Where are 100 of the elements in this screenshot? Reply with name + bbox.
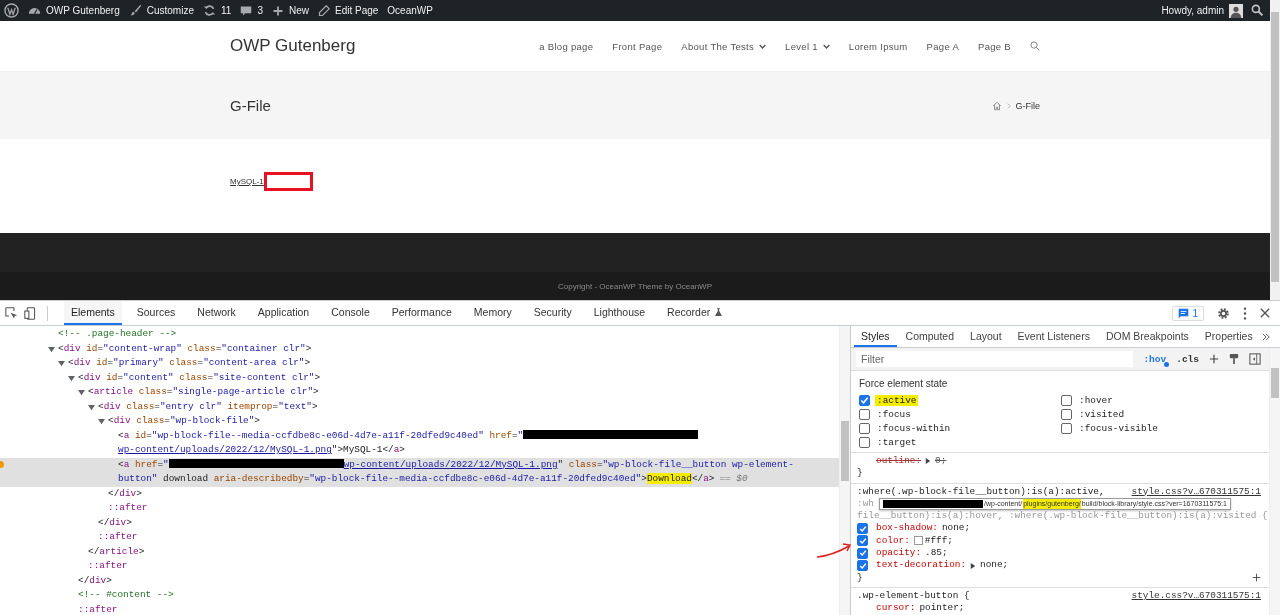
filter-field[interactable]: Filter	[856, 351, 1134, 367]
checkbox[interactable]	[859, 395, 870, 406]
admin-bar-new-link[interactable]: New	[271, 4, 309, 17]
html-code[interactable]: ::after	[78, 602, 118, 615]
expand-triangle-icon[interactable]	[970, 562, 976, 569]
devtools-tab[interactable]: Memory	[466, 301, 519, 325]
file-link[interactable]: MySQL-1	[230, 177, 264, 186]
html-code[interactable]: ::after	[88, 559, 128, 574]
css-property-name[interactable]: text-decoration:	[876, 559, 966, 572]
html-code[interactable]: ::after	[108, 501, 148, 516]
sidebar-tab[interactable]: Event Listeners	[1010, 326, 1097, 347]
devtools-tab[interactable]: Application	[250, 301, 317, 325]
css-property-name[interactable]: color:	[876, 534, 910, 548]
sidebar-toggle-icon[interactable]	[1249, 353, 1261, 365]
css-property-name[interactable]: box-shadow:	[876, 522, 938, 535]
url-link[interactable]: wp-content/uploads/2022/12/MySQL-1.png	[118, 444, 332, 455]
stylesheet-link[interactable]: style.css?v…670311575:1	[1131, 485, 1261, 498]
css-property-value[interactable]: 0;	[935, 455, 947, 468]
checkbox[interactable]	[857, 523, 868, 535]
nav-link[interactable]: Lorem Ipsum	[848, 40, 908, 52]
checkbox[interactable]	[859, 437, 870, 448]
stylesheet-link[interactable]: style.css?v…670311575:1	[1131, 589, 1261, 603]
expand-triangle-icon[interactable]	[48, 345, 55, 353]
devtools-tab[interactable]: Recorder	[660, 301, 730, 325]
sidebar-tab[interactable]: DOM Breakpoints	[1098, 326, 1196, 347]
wordpress-logo-icon[interactable]	[4, 3, 19, 18]
closing-tag[interactable]: </div>	[108, 486, 142, 501]
admin-bar-site-link[interactable]: OWP Gutenberg	[28, 4, 120, 17]
sidebar-tab[interactable]: Layout	[963, 326, 1009, 347]
css-property-value[interactable]: .85;	[925, 547, 948, 560]
html-code[interactable]: ::after	[98, 530, 138, 545]
checkbox[interactable]	[859, 409, 870, 420]
closing-tag[interactable]: </article>	[88, 544, 145, 559]
more-tabs-icon[interactable]	[1261, 332, 1270, 341]
scrollbar[interactable]	[839, 326, 850, 615]
inspect-element-icon[interactable]	[5, 306, 18, 320]
color-swatch[interactable]	[913, 536, 923, 546]
closing-tag[interactable]: </div>	[78, 573, 112, 588]
devtools-tab[interactable]: Network	[190, 301, 243, 325]
admin-bar-customize-link[interactable]: Customize	[128, 4, 194, 17]
expand-triangle-icon[interactable]	[88, 403, 95, 411]
nav-link[interactable]: Level 1	[785, 40, 830, 52]
devtools-tab[interactable]: Lighthouse	[586, 301, 653, 325]
sidebar-tab[interactable]: Properties	[1197, 326, 1260, 347]
scrollbar[interactable]	[1270, 0, 1280, 300]
checkbox[interactable]	[1061, 395, 1072, 406]
admin-bar-comments-link[interactable]: 3	[240, 4, 263, 17]
nav-link[interactable]: Page B	[978, 40, 1011, 52]
checkbox[interactable]	[1061, 423, 1072, 434]
expand-triangle-icon[interactable]	[58, 360, 65, 367]
html-code[interactable]: <div id="primary" class="content-area clr">	[68, 356, 311, 371]
html-code[interactable]: <div id="content" class="site-content clr">	[78, 370, 321, 385]
nav-link[interactable]: Page A	[926, 40, 960, 52]
html-code[interactable]: <div class="wp-block-file">	[108, 414, 260, 429]
css-property-name[interactable]: outline:	[876, 455, 921, 468]
nav-link[interactable]: Front Page	[612, 40, 663, 52]
paint-roller-icon[interactable]	[1229, 353, 1239, 365]
home-icon[interactable]	[991, 100, 1002, 111]
html-code[interactable]: <article class="single-page-article clr">	[88, 385, 319, 400]
nav-link[interactable]: a Blog page	[539, 40, 594, 52]
scrollbar[interactable]	[1269, 348, 1280, 615]
checkbox[interactable]	[857, 547, 868, 559]
settings-icon[interactable]	[1217, 306, 1230, 320]
css-property-value[interactable]: #fff;	[924, 534, 953, 548]
checkbox[interactable]	[859, 423, 870, 434]
html-code[interactable]: <!-- #content -->	[78, 588, 174, 603]
html-code[interactable]: <a id="wp-block-file--media-ccfdbe8c-e06d-4d7e-a11f-20dfed9c40ed" href=" wp-content/uploads/2022/12/MySQL-1.png">MySQL-1</a>	[118, 428, 829, 458]
devtools-tab[interactable]: Performance	[384, 301, 459, 325]
more-options-icon[interactable]	[1243, 306, 1247, 320]
devtools-tab[interactable]: Security	[526, 301, 579, 325]
nav-link[interactable]: About The Tests	[681, 40, 767, 52]
css-property-value[interactable]: pointer;	[919, 602, 965, 615]
plus-icon[interactable]	[1209, 354, 1219, 364]
sidebar-tab[interactable]: Computed	[898, 326, 962, 347]
toggle-button[interactable]: .cls	[1176, 353, 1199, 365]
html-code[interactable]: <div id="content-wrap" class="container clr">	[58, 341, 312, 356]
checkbox[interactable]	[857, 560, 868, 571]
devtools-tab[interactable]: Elements	[64, 301, 122, 325]
close-icon[interactable]	[1260, 308, 1270, 318]
admin-bar-updates-link[interactable]: 11	[203, 4, 232, 17]
css-property-value[interactable]: none;	[980, 559, 1009, 572]
expand-triangle-icon[interactable]	[78, 389, 85, 396]
admin-bar-link[interactable]: OceanWP	[387, 5, 433, 16]
checkbox[interactable]	[857, 535, 868, 547]
toggle-button[interactable]: :hov	[1143, 353, 1167, 365]
expand-triangle-icon[interactable]	[925, 458, 931, 465]
account-menu[interactable]: Howdy, admin	[1161, 3, 1243, 18]
checkbox[interactable]	[1061, 409, 1072, 420]
css-property-name[interactable]: cursor:	[876, 602, 916, 615]
css-property-name[interactable]: opacity:	[876, 547, 921, 560]
admin-bar-edit-link[interactable]: Edit Page	[317, 4, 379, 17]
expand-triangle-icon[interactable]	[68, 374, 75, 382]
devtools-tab[interactable]: Console	[324, 301, 377, 325]
device-toolbar-icon[interactable]	[24, 306, 37, 320]
site-title[interactable]: OWP Gutenberg	[230, 36, 356, 56]
url-link[interactable]: wp-content/uploads/2022/12/MySQL-1.png	[343, 458, 558, 470]
search-icon[interactable]	[1251, 4, 1264, 17]
plus-icon[interactable]	[1252, 573, 1261, 583]
expand-triangle-icon[interactable]	[98, 418, 105, 425]
css-property-value[interactable]: none;	[941, 522, 971, 535]
